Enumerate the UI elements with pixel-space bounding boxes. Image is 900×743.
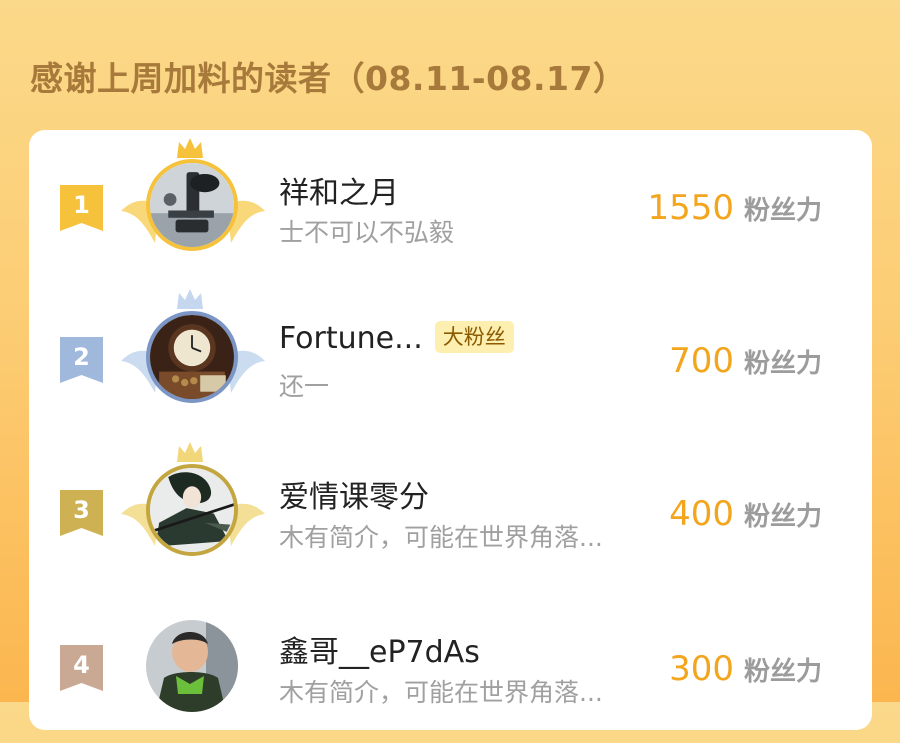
fan-power: 1550 粉丝力 <box>647 188 822 228</box>
rank-badge: 1 <box>60 185 103 231</box>
fan-power-unit: 粉丝力 <box>743 196 822 226</box>
fan-power: 700 粉丝力 <box>669 341 822 381</box>
user-name: Fortune... 大粉丝 <box>279 321 514 356</box>
fan-power-value: 400 <box>669 494 734 534</box>
fan-power-value: 1550 <box>647 188 734 228</box>
crown-icon <box>177 289 203 309</box>
ranking-list: 1 祥和之月 士不可以不弘毅 1550 粉丝力 2 Fortune... 大粉丝… <box>29 130 872 730</box>
user-name: 祥和之月 <box>279 176 399 211</box>
avatar[interactable] <box>146 620 238 712</box>
fan-power-value: 700 <box>669 341 734 381</box>
person-photo-image <box>146 620 238 712</box>
list-item[interactable]: 4 鑫哥__eP7dAs 木有简介，可能在世界角落... 300 粉丝力 <box>29 593 872 743</box>
user-bio: 木有简介，可能在世界角落... <box>279 678 603 707</box>
crown-icon <box>177 442 203 462</box>
user-bio: 木有简介，可能在世界角落... <box>279 523 603 552</box>
page-title: 感谢上周加料的读者（08.11-08.17） <box>30 59 627 98</box>
fan-power-unit: 粉丝力 <box>743 657 822 687</box>
rank-badge: 2 <box>60 337 103 383</box>
user-name-text: Fortune... <box>279 321 423 356</box>
avatar[interactable] <box>146 464 238 556</box>
rank-badge: 4 <box>60 645 103 691</box>
fan-power-unit: 粉丝力 <box>743 349 822 379</box>
user-bio: 士不可以不弘毅 <box>279 218 455 247</box>
list-item[interactable]: 3 爱情课零分 木有简介，可能在世界角落... 400 粉丝力 <box>29 438 872 588</box>
user-bio: 还一 <box>279 372 330 401</box>
antique-clock-image <box>150 315 234 399</box>
fan-power-value: 300 <box>669 649 734 689</box>
rank-badge: 3 <box>60 490 103 536</box>
avatar[interactable] <box>146 159 238 251</box>
list-item[interactable]: 2 Fortune... 大粉丝 还一 700 粉丝力 <box>29 285 872 435</box>
anime-character-image <box>150 468 234 552</box>
user-name: 鑫哥__eP7dAs <box>279 635 480 670</box>
fan-power: 300 粉丝力 <box>669 649 822 689</box>
fan-power-unit: 粉丝力 <box>743 502 822 532</box>
microscope-image <box>150 163 234 247</box>
fan-power: 400 粉丝力 <box>669 494 822 534</box>
fan-level-badge: 大粉丝 <box>434 321 514 353</box>
user-name: 爱情课零分 <box>279 480 429 515</box>
crown-icon <box>177 138 203 158</box>
avatar[interactable] <box>146 311 238 403</box>
list-item[interactable]: 1 祥和之月 士不可以不弘毅 1550 粉丝力 <box>29 130 872 280</box>
